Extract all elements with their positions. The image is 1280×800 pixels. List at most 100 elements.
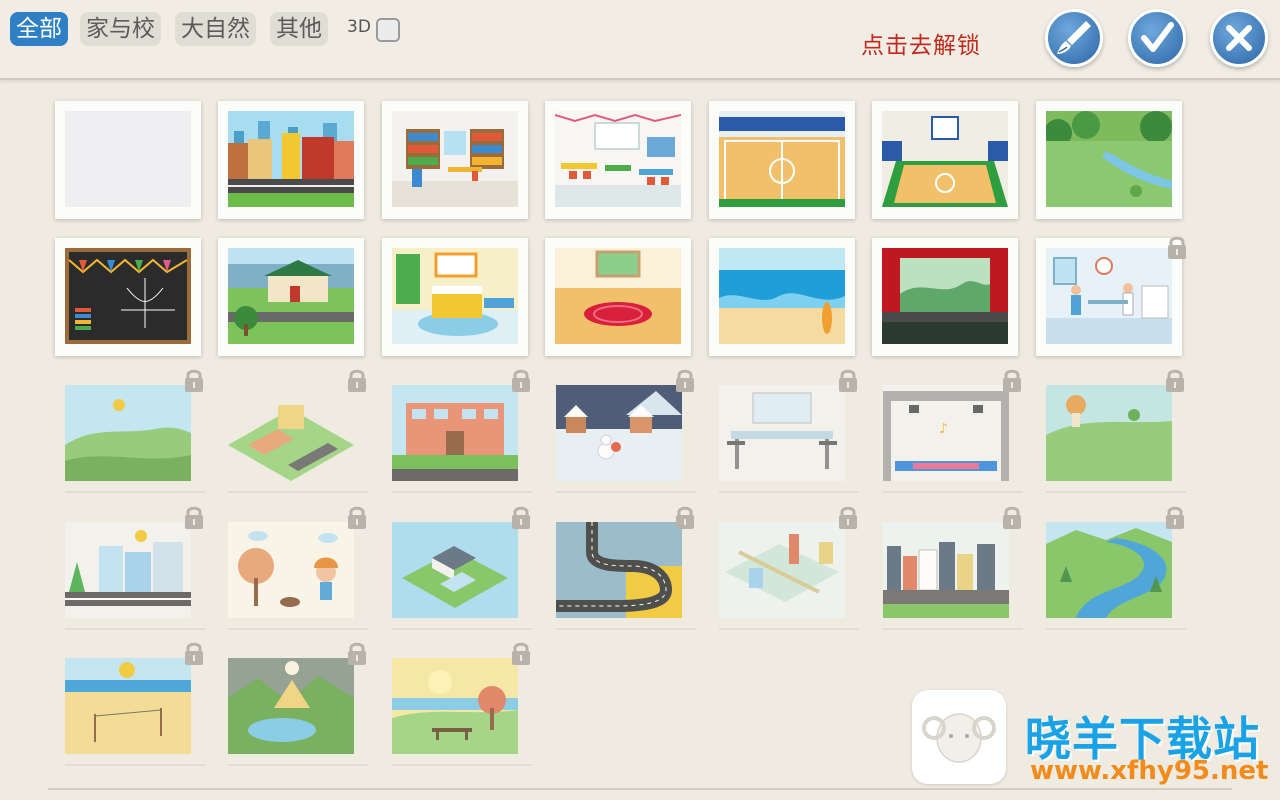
padlock-icon [348, 369, 366, 392]
scene-thumbnail-bedroom [392, 248, 518, 344]
scene-card-winding-road[interactable] [556, 506, 696, 630]
scene-thumbnail-isometric-school [228, 385, 354, 481]
scene-card-isometric-city[interactable] [719, 506, 859, 630]
brush-button[interactable] [1045, 9, 1103, 67]
card-shadow [228, 628, 368, 630]
tab-home-and-school[interactable]: 家与校 [80, 12, 161, 46]
card-shadow [1046, 491, 1186, 493]
watermark-logo [912, 690, 1006, 784]
scene-card-city-street[interactable] [218, 101, 364, 219]
scene-thumbnail-school-building [392, 385, 518, 481]
tab-other[interactable]: 其他 [270, 12, 328, 46]
padlock-icon [676, 369, 694, 392]
scene-card-rolling-hills[interactable] [65, 369, 205, 493]
confirm-button[interactable] [1128, 9, 1186, 67]
padlock-icon [512, 506, 530, 529]
scene-card-town-street[interactable] [65, 506, 205, 630]
scene-card-gym-court[interactable] [872, 101, 1018, 219]
scene-thumbnail-town-street [65, 522, 191, 618]
card-shadow [719, 628, 859, 630]
card-shadow [883, 628, 1023, 630]
scene-card-isometric-house[interactable] [392, 506, 532, 630]
close-button[interactable] [1210, 9, 1268, 67]
card-shadow [65, 491, 205, 493]
card-shadow [392, 764, 532, 766]
card-shadow [1046, 628, 1186, 630]
scene-thumbnail-suburban-house [228, 248, 354, 344]
scene-thumbnail-park-bench [392, 658, 518, 754]
card-shadow [392, 491, 532, 493]
scene-card-suburban-house[interactable] [218, 238, 364, 356]
scene-card-basketball-court[interactable] [709, 101, 855, 219]
scene-card-kitchen-table[interactable] [719, 369, 859, 493]
scene-card-mushroom-meadow[interactable] [1046, 369, 1186, 493]
scene-card-forest-stream[interactable] [1036, 101, 1182, 219]
scene-thumbnail-gym-court [882, 111, 1008, 207]
scene-card-river-valley[interactable] [1046, 506, 1186, 630]
padlock-icon [185, 369, 203, 392]
toggle-3d-checkbox[interactable] [376, 18, 400, 42]
scene-thumbnail-autumn-girl [228, 522, 354, 618]
scene-card-beach[interactable] [709, 238, 855, 356]
footer-divider [48, 788, 1232, 790]
scene-thumbnail-blank [65, 111, 191, 207]
scene-card-park-bench[interactable] [392, 642, 532, 766]
scene-card-empty-room[interactable] [545, 238, 691, 356]
padlock-icon [839, 506, 857, 529]
scene-thumbnail-forest-stream [1046, 111, 1172, 207]
scene-card-autumn-girl[interactable] [228, 506, 368, 630]
card-shadow [556, 628, 696, 630]
scene-thumbnail-basketball-court [719, 111, 845, 207]
svg-text:♪: ♪ [939, 421, 948, 437]
card-shadow [556, 491, 696, 493]
scene-card-theater-stage[interactable] [872, 238, 1018, 356]
scene-thumbnail-winding-road [556, 522, 682, 618]
top-toolbar: 全部 家与校 大自然 其他 3D 点击去解锁 [0, 0, 1280, 80]
scene-thumbnail-rolling-hills [65, 385, 191, 481]
scene-thumbnail-city-street [228, 111, 354, 207]
scene-card-city-skyline[interactable] [883, 506, 1023, 630]
scene-card-camping-lake[interactable] [228, 642, 368, 766]
scene-thumbnail-snow-village [556, 385, 682, 481]
card-shadow [65, 628, 205, 630]
padlock-icon [1168, 236, 1186, 259]
scene-card-blackboard[interactable] [55, 238, 201, 356]
scene-card-isometric-school[interactable] [228, 369, 368, 493]
scene-card-library[interactable] [382, 101, 528, 219]
padlock-icon [185, 642, 203, 665]
scene-card-snow-village[interactable] [556, 369, 696, 493]
scene-thumbnail-theater-stage [882, 248, 1008, 344]
scene-thumbnail-river-valley [1046, 522, 1172, 618]
card-shadow [883, 491, 1023, 493]
brush-icon [1057, 21, 1091, 54]
card-shadow [65, 764, 205, 766]
padlock-icon [185, 506, 203, 529]
scene-thumbnail-kitchen-table [719, 385, 845, 481]
scene-card-bedroom[interactable] [382, 238, 528, 356]
padlock-icon [1003, 369, 1021, 392]
padlock-icon [348, 506, 366, 529]
scene-thumbnail-empty-room [555, 248, 681, 344]
padlock-icon [348, 642, 366, 665]
scene-card-concert-stage[interactable]: ♪ [883, 369, 1023, 493]
scene-card-blank[interactable] [55, 101, 201, 219]
checkmark-icon [1141, 22, 1174, 52]
scene-thumbnail-concert-stage: ♪ [883, 385, 1009, 481]
card-shadow [228, 764, 368, 766]
close-icon [1226, 25, 1252, 51]
scene-thumbnail-blackboard [65, 248, 191, 344]
padlock-icon [1166, 369, 1184, 392]
scene-thumbnail-city-skyline [883, 522, 1009, 618]
scene-card-beach-volleyball[interactable] [65, 642, 205, 766]
tab-all[interactable]: 全部 [10, 12, 68, 46]
scene-thumbnail-isometric-city [719, 522, 845, 618]
tab-nature[interactable]: 大自然 [175, 12, 256, 46]
scene-card-clinic[interactable] [1036, 236, 1186, 356]
scene-thumbnail-beach [719, 248, 845, 344]
padlock-icon [839, 369, 857, 392]
scene-card-school-building[interactable] [392, 369, 532, 493]
card-shadow [719, 491, 859, 493]
unlock-link[interactable]: 点击去解锁 [861, 26, 981, 60]
toggle-3d-label: 3D [347, 17, 371, 37]
scene-card-classroom[interactable] [545, 101, 691, 219]
